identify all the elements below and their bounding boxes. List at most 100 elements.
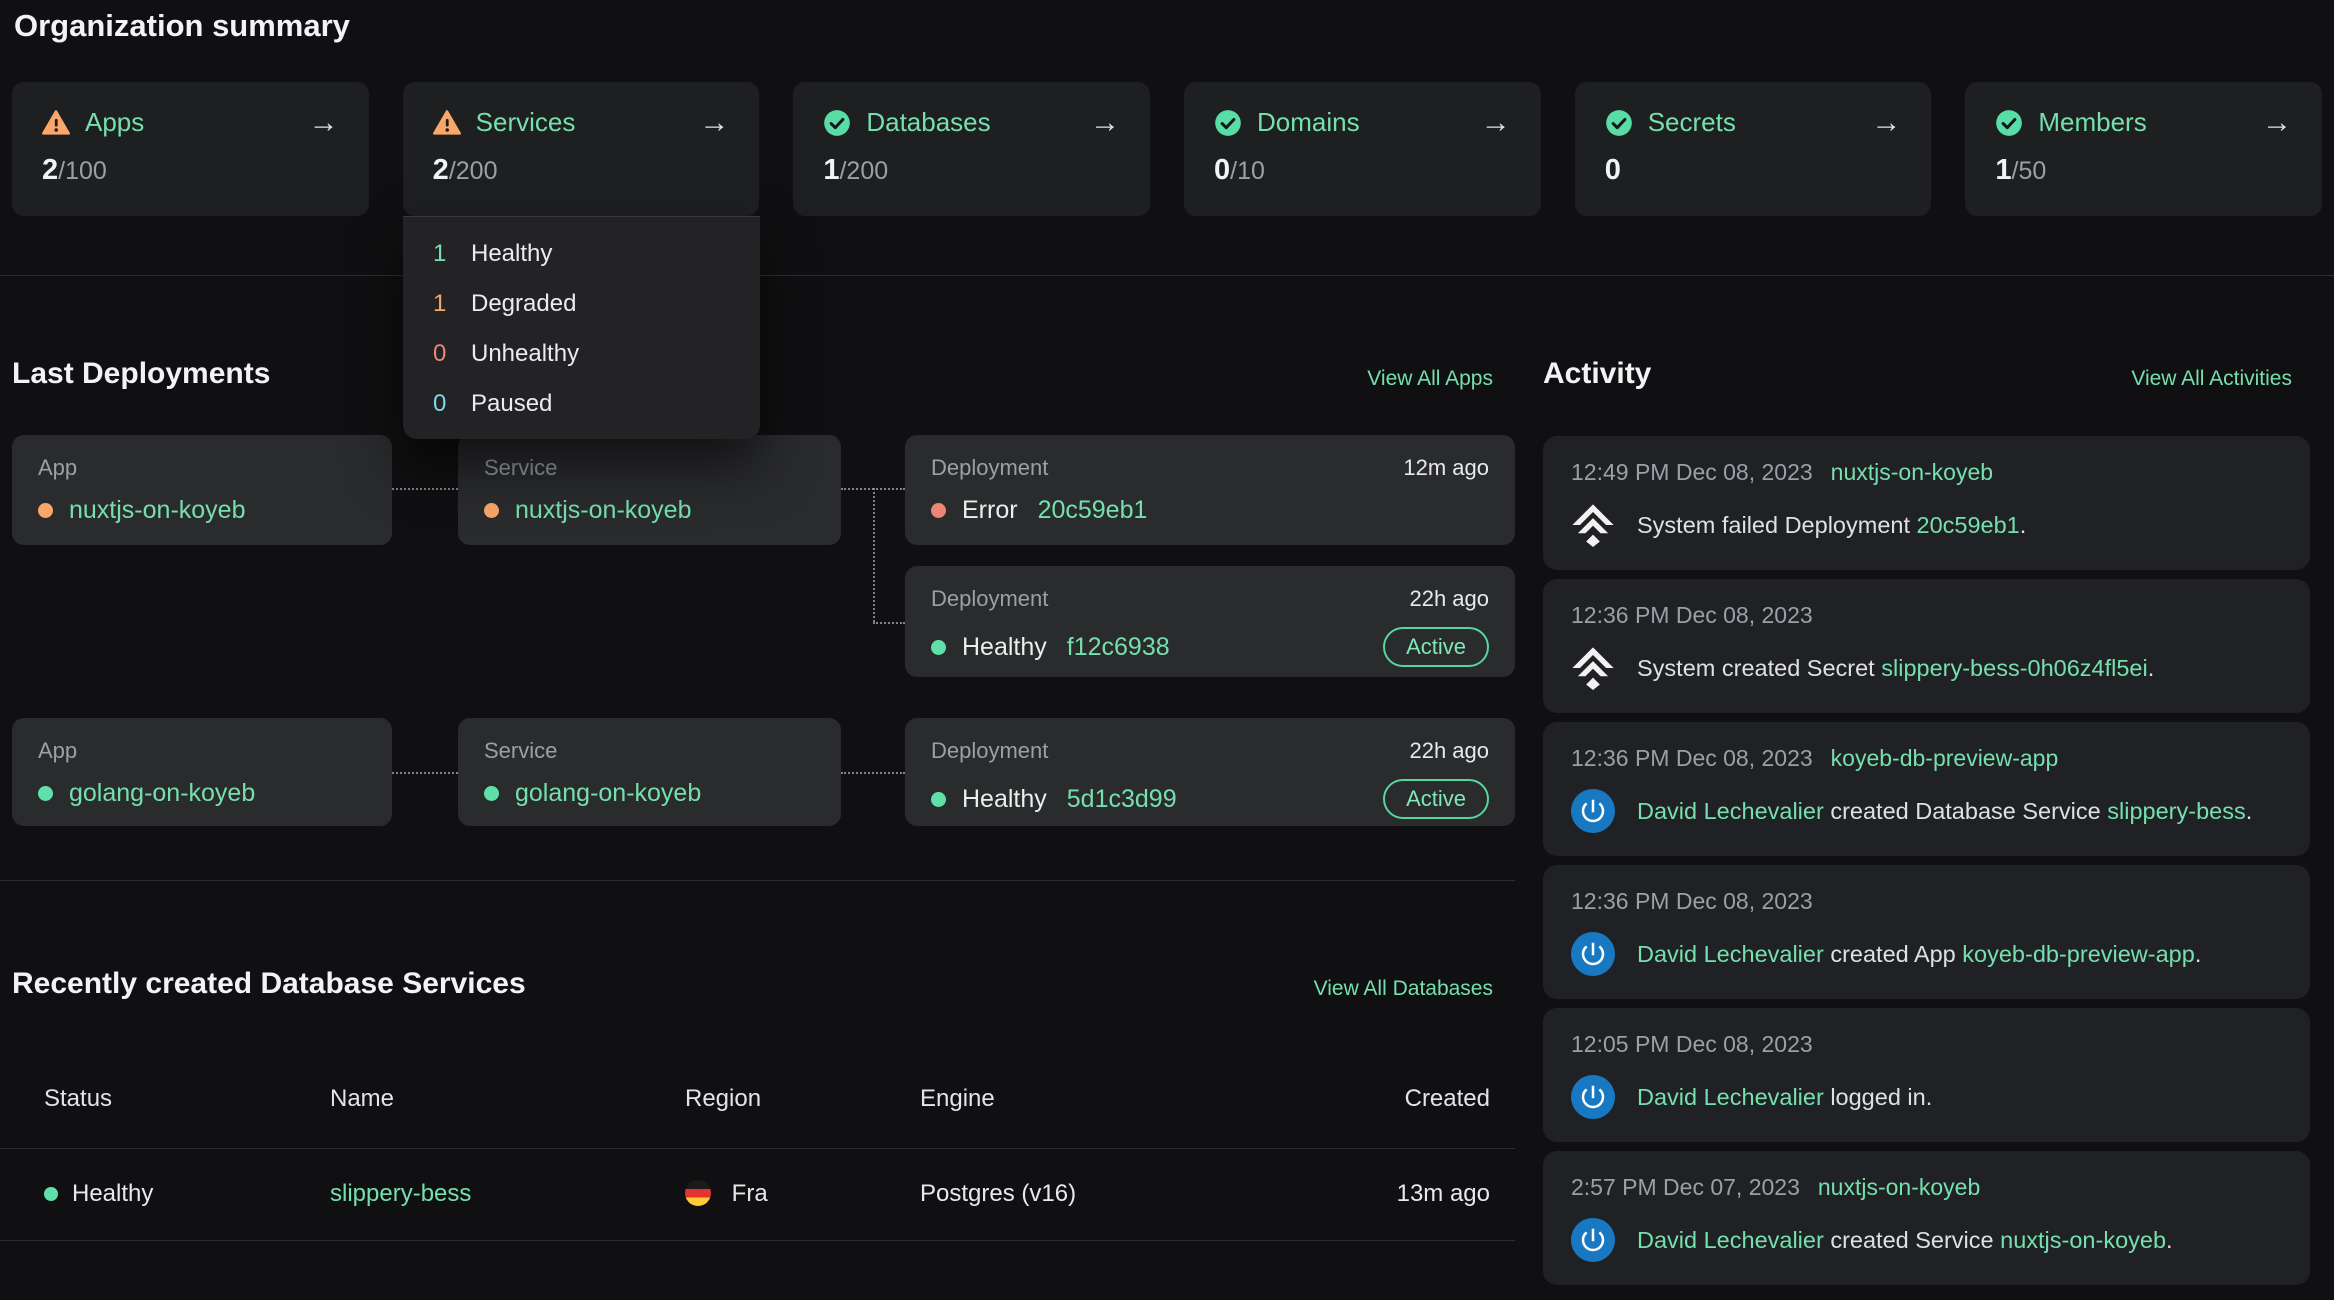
view-all-activities-link[interactable]: View All Activities: [2131, 367, 2292, 391]
card-type-label: Deployment: [931, 738, 1048, 764]
stat-card-secrets[interactable]: Secrets → 0: [1575, 82, 1932, 216]
deployment-card[interactable]: Deployment 12m ago Error 20c59eb1: [905, 435, 1515, 545]
stat-card-domains[interactable]: Domains → 0/10: [1184, 82, 1541, 216]
db-status: Healthy: [72, 1180, 153, 1208]
db-created: 13m ago: [1397, 1180, 1490, 1207]
db-engine-cell: Postgres (v16): [920, 1180, 1076, 1208]
stat-value: 0: [1605, 154, 1621, 186]
stat-card-databases[interactable]: Databases → 1/200: [793, 82, 1150, 216]
connector-line: [392, 488, 458, 490]
activity-item[interactable]: 2:57 PM Dec 07, 2023 nuxtjs-on-koyeb Dav…: [1543, 1151, 2310, 1285]
card-type-label: App: [38, 738, 366, 764]
dropdown-item-paused[interactable]: 0 Paused: [433, 392, 730, 416]
service-link[interactable]: golang-on-koyeb: [515, 779, 701, 808]
activity-message: David Lechevalier created Service nuxtjs…: [1637, 1224, 2173, 1256]
view-all-apps-link[interactable]: View All Apps: [1367, 367, 1493, 391]
status-dot-healthy: [38, 786, 53, 801]
activity-app-link[interactable]: nuxtjs-on-koyeb: [1831, 459, 1993, 485]
arrow-right-icon: →: [699, 108, 729, 138]
activity-app-link[interactable]: koyeb-db-preview-app: [1831, 745, 2059, 771]
arrow-right-icon: →: [1871, 108, 1901, 138]
stat-limit: /50: [2012, 157, 2047, 185]
stat-card-services[interactable]: Services → 2/200: [403, 82, 760, 216]
table-divider: [0, 1240, 1515, 1241]
stat-limit: /100: [58, 157, 107, 185]
service-card[interactable]: Service nuxtjs-on-koyeb: [458, 435, 841, 545]
user-avatar: [1571, 1075, 1615, 1119]
connector-line: [392, 772, 458, 774]
active-badge: Active: [1383, 779, 1489, 819]
activity-list: 12:49 PM Dec 08, 2023 nuxtjs-on-koyeb Sy…: [1543, 436, 2310, 1285]
object-link[interactable]: slippery-bess-0h06z4fl5ei: [1881, 655, 2147, 681]
healthy-count: 1: [433, 242, 455, 266]
table-divider: [0, 1148, 1515, 1149]
stat-card-members[interactable]: Members → 1/50: [1965, 82, 2322, 216]
deployment-card[interactable]: Deployment 22h ago Healthy 5d1c3d99 Acti…: [905, 718, 1515, 826]
dropdown-item-degraded[interactable]: 1 Degraded: [433, 292, 730, 316]
check-circle-icon: [1995, 109, 2023, 137]
object-link[interactable]: nuxtjs-on-koyeb: [2000, 1227, 2166, 1253]
activity-message: David Lechevalier logged in.: [1637, 1081, 1932, 1113]
db-status-cell: Healthy: [44, 1180, 153, 1208]
activity-message: David Lechevalier created Database Servi…: [1637, 795, 2252, 827]
user-avatar: [1571, 932, 1615, 976]
service-card[interactable]: Service golang-on-koyeb: [458, 718, 841, 826]
warning-triangle-icon: [42, 109, 70, 137]
db-name-link[interactable]: slippery-bess: [330, 1180, 471, 1207]
deployment-id-link[interactable]: 5d1c3d99: [1067, 785, 1177, 814]
activity-item[interactable]: 12:36 PM Dec 08, 2023 System created Sec…: [1543, 579, 2310, 713]
stat-limit: /200: [449, 157, 498, 185]
app-link[interactable]: golang-on-koyeb: [69, 779, 255, 808]
status-dot-healthy: [931, 792, 946, 807]
arrow-right-icon: →: [1481, 108, 1511, 138]
activity-item[interactable]: 12:05 PM Dec 08, 2023 David Lechevalier …: [1543, 1008, 2310, 1142]
activity-item[interactable]: 12:36 PM Dec 08, 2023 David Lechevalier …: [1543, 865, 2310, 999]
actor-link[interactable]: David Lechevalier: [1637, 941, 1824, 967]
arrow-right-icon: →: [2262, 108, 2292, 138]
actor-link[interactable]: David Lechevalier: [1637, 1084, 1824, 1110]
dropdown-item-unhealthy[interactable]: 0 Unhealthy: [433, 342, 730, 366]
section-divider: [0, 880, 1515, 881]
actor-link[interactable]: David Lechevalier: [1637, 798, 1824, 824]
degraded-count: 1: [433, 292, 455, 316]
last-deployments-title: Last Deployments: [12, 357, 270, 391]
service-link[interactable]: nuxtjs-on-koyeb: [515, 496, 691, 525]
object-link[interactable]: koyeb-db-preview-app: [1962, 941, 2195, 967]
activity-app-link[interactable]: nuxtjs-on-koyeb: [1818, 1174, 1980, 1200]
status-dot-degraded: [38, 503, 53, 518]
deployment-time: 22h ago: [1409, 586, 1489, 612]
germany-flag-icon: [685, 1180, 711, 1206]
stat-card-label: Members: [2038, 107, 2146, 138]
summary-cards-row: Apps → 2/100 Services → 2/200 Databases …: [12, 82, 2322, 216]
status-dot-healthy: [931, 640, 946, 655]
activity-timestamp: 2:57 PM Dec 07, 2023: [1571, 1174, 1800, 1200]
activity-item[interactable]: 12:36 PM Dec 08, 2023 koyeb-db-preview-a…: [1543, 722, 2310, 856]
stat-card-label: Databases: [866, 107, 990, 138]
dropdown-item-healthy[interactable]: 1 Healthy: [433, 242, 730, 266]
unhealthy-count: 0: [433, 342, 455, 366]
deployment-time: 12m ago: [1403, 455, 1489, 481]
deployment-id-link[interactable]: f12c6938: [1067, 633, 1170, 662]
app-link[interactable]: nuxtjs-on-koyeb: [69, 496, 245, 525]
actor-link[interactable]: David Lechevalier: [1637, 1227, 1824, 1253]
object-link[interactable]: 20c59eb1: [1917, 512, 2020, 538]
card-type-label: Deployment: [931, 586, 1048, 612]
activity-message: System failed Deployment 20c59eb1.: [1637, 509, 2026, 541]
status-dot-error: [931, 503, 946, 518]
card-type-label: App: [38, 455, 366, 481]
deployment-status: Error: [962, 496, 1018, 525]
check-circle-icon: [823, 109, 851, 137]
activity-item[interactable]: 12:49 PM Dec 08, 2023 nuxtjs-on-koyeb Sy…: [1543, 436, 2310, 570]
app-card[interactable]: App golang-on-koyeb: [12, 718, 392, 826]
db-name-cell: slippery-bess: [330, 1180, 471, 1208]
stat-card-apps[interactable]: Apps → 2/100: [12, 82, 369, 216]
object-link[interactable]: slippery-bess: [2107, 798, 2245, 824]
user-avatar: [1571, 1218, 1615, 1262]
app-card[interactable]: App nuxtjs-on-koyeb: [12, 435, 392, 545]
deployment-id-link[interactable]: 20c59eb1: [1038, 496, 1148, 525]
db-engine: Postgres (v16): [920, 1180, 1076, 1207]
healthy-label: Healthy: [471, 242, 552, 266]
active-badge: Active: [1383, 627, 1489, 667]
deployment-card[interactable]: Deployment 22h ago Healthy f12c6938 Acti…: [905, 566, 1515, 677]
view-all-databases-link[interactable]: View All Databases: [1314, 977, 1493, 1001]
